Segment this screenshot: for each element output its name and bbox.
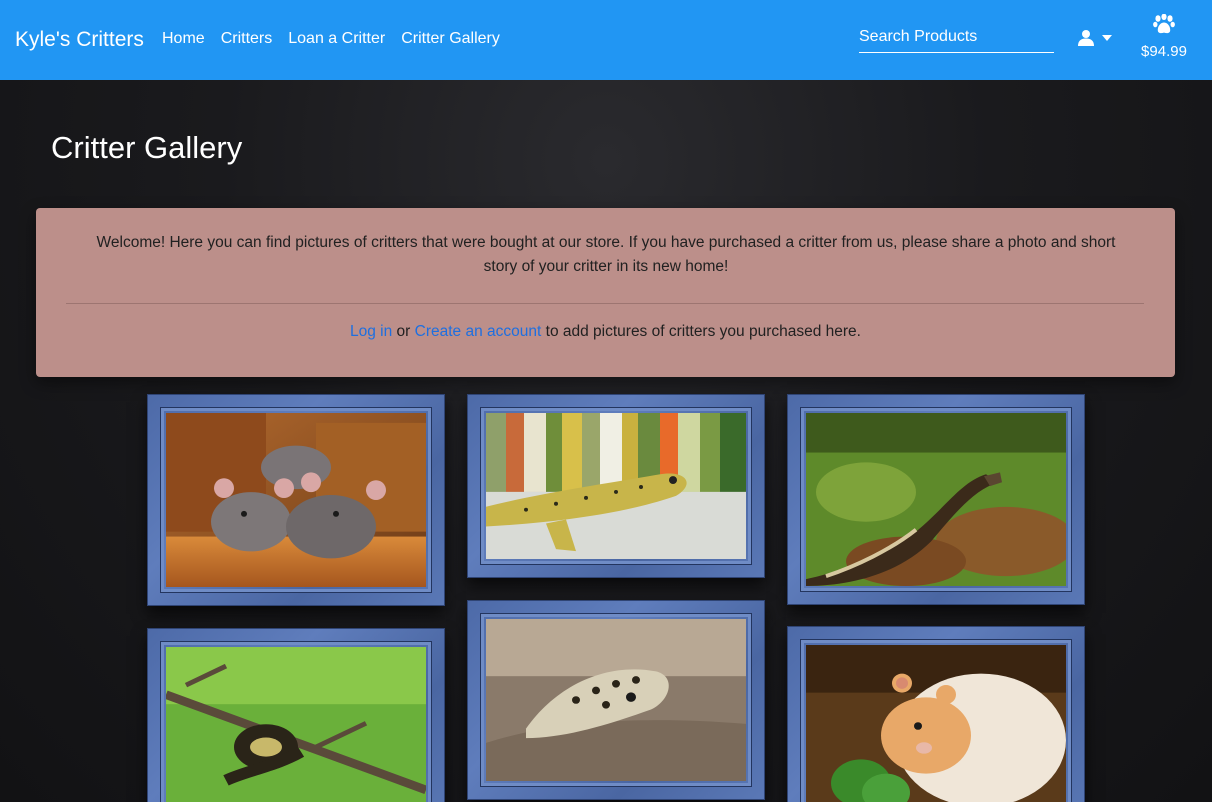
nav-loan-a-critter[interactable]: Loan a Critter (288, 30, 385, 48)
divider (66, 303, 1144, 304)
login-link[interactable]: Log in (350, 323, 392, 340)
gallery-frame (800, 407, 1072, 592)
nav-home[interactable]: Home (162, 30, 205, 48)
cart-total: $94.99 (1141, 43, 1187, 60)
gallery-frame (480, 407, 752, 565)
search-input[interactable] (859, 22, 1054, 53)
page-title: Critter Gallery (51, 130, 243, 165)
gecko-photo (486, 413, 746, 559)
nav-links: Home Critters Loan a Critter Critter Gal… (162, 30, 500, 48)
python-branch-photo (166, 647, 426, 802)
gallery-item-leopard-gecko[interactable] (467, 394, 765, 578)
welcome-panel: Welcome! Here you can find pictures of c… (36, 208, 1175, 377)
nav-critters[interactable]: Critters (221, 30, 273, 48)
paw-icon (1153, 13, 1175, 34)
gallery-frame (480, 613, 752, 787)
login-suffix-text: to add pictures of critters you purchase… (541, 323, 861, 340)
user-icon (1078, 30, 1094, 46)
gallery-item-hamster[interactable] (787, 626, 1085, 802)
chevron-down-icon (1102, 34, 1112, 41)
gecko-wood-photo (486, 619, 746, 781)
gallery-item-gecko-wood[interactable] (467, 600, 765, 800)
gallery-item-ball-python[interactable] (787, 394, 1085, 605)
welcome-message: Welcome! Here you can find pictures of c… (96, 234, 1116, 275)
top-navbar: Kyle's Critters Home Critters Loan a Cri… (0, 0, 1212, 80)
cart-button[interactable]: $94.99 (1134, 13, 1194, 60)
login-prompt: Log in or Create an account to add pictu… (36, 322, 1175, 342)
create-account-link[interactable]: Create an account (415, 323, 542, 340)
python-photo (806, 413, 1066, 586)
gallery-frame (160, 641, 432, 802)
gallery-frame (800, 639, 1072, 802)
or-text: or (392, 323, 415, 340)
hamster-photo (806, 645, 1066, 802)
nav-critter-gallery[interactable]: Critter Gallery (401, 30, 500, 48)
gallery-item-rats[interactable] (147, 394, 445, 606)
brand-logo[interactable]: Kyle's Critters (15, 28, 144, 52)
rats-photo (166, 413, 426, 587)
user-menu-button[interactable] (1078, 29, 1112, 46)
gallery-item-python-branch[interactable] (147, 628, 445, 802)
gallery-frame (160, 407, 432, 593)
